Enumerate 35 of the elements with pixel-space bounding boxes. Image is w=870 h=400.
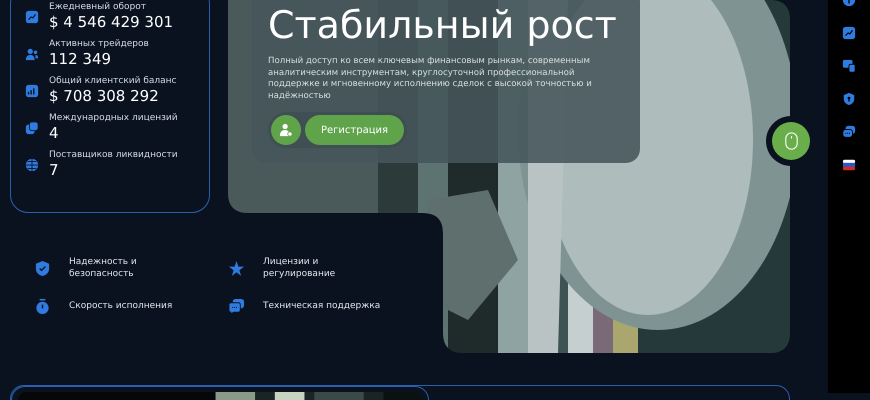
stat-label: Международных лицензий	[49, 112, 178, 124]
globe-icon	[25, 158, 39, 172]
flag-icon[interactable]	[842, 158, 856, 172]
hero-title: Стабильный рост	[268, 2, 617, 49]
users-icon	[25, 46, 39, 60]
register-button[interactable]: Регистрация	[305, 115, 404, 145]
feature-label: Скорость исполнения	[69, 300, 174, 312]
scroll-mouse-button[interactable]	[772, 122, 810, 160]
user-add-button[interactable]	[271, 115, 301, 145]
feature-label: Лицензии и регулирование	[263, 256, 336, 280]
stat-value: 112 349	[49, 50, 112, 69]
devices-icon[interactable]	[842, 59, 856, 73]
shield-icon[interactable]	[842, 92, 856, 106]
mouse-icon	[784, 132, 798, 150]
stat-value: $ 708 308 292	[49, 87, 160, 106]
hero-description: Полный доступ ко всем ключевым финансовым рынкам, современным аналитическим инструментам, круглосуточной профессиональной поддержке и мгновенному исполнению сделок с высокой точностью и надёжностью	[268, 56, 593, 102]
stat-value: $ 4 546 429 301	[49, 13, 174, 32]
user-add-icon	[279, 123, 293, 137]
stat-label: Ежедневный оборот	[49, 1, 148, 13]
chart-icon	[25, 10, 39, 24]
shield-icon	[34, 260, 51, 276]
feature-label: Техническая поддержка	[263, 300, 382, 312]
chart-icon[interactable]	[842, 26, 856, 40]
star-icon	[228, 260, 245, 276]
stopwatch-icon	[34, 298, 51, 314]
feature-label: Надежность и безопасность	[69, 256, 138, 280]
bar-chart-icon	[25, 84, 39, 98]
chat-icon	[228, 298, 245, 314]
cards-icon	[25, 120, 39, 134]
chat-icon[interactable]	[842, 125, 856, 139]
stat-label: Активных трейдеров	[49, 38, 149, 50]
stat-value: 4	[49, 124, 60, 143]
stat-label: Общий клиентский баланс	[49, 75, 176, 87]
stat-label: Поставщиков ликвидности	[49, 149, 178, 161]
stat-value: 7	[49, 161, 60, 180]
